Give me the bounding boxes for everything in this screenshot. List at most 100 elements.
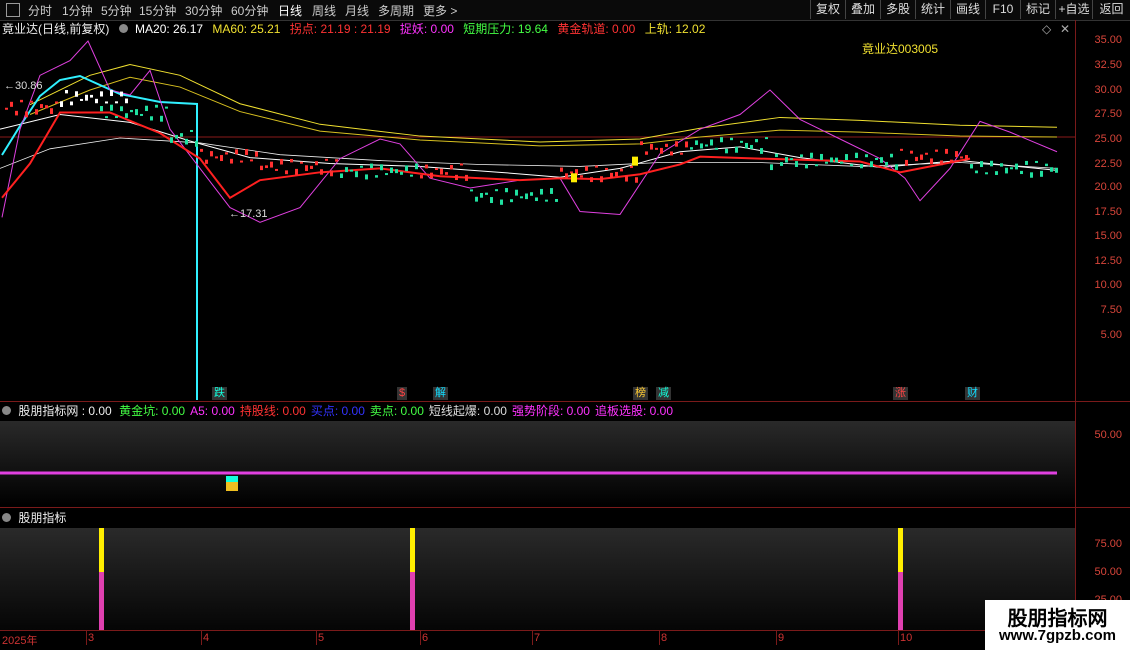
candle-159 (770, 164, 773, 171)
price-tick-12: 5.00 (1100, 329, 1122, 341)
signal-tag-6: 财 (965, 387, 980, 400)
candle-209 (1020, 170, 1023, 175)
candle-7 (40, 104, 43, 109)
candle-14 (75, 91, 78, 97)
draw-line-button[interactable]: 画线 (950, 0, 985, 19)
tab-daily[interactable]: 日线 (278, 2, 302, 19)
tab-multi-period[interactable]: 多周期 (378, 2, 414, 19)
diamond-icon[interactable]: ◇ (1042, 20, 1051, 38)
candle-123 (590, 177, 593, 183)
low-price-marker: ←17.31 (229, 208, 268, 220)
panel2-header: 股朋指标网 : 0.00 黄金坑: 0.00 A5: 0.00 持股线: 0.00 买… (2, 403, 678, 419)
stock-code-overlay: 竟业达003005 (862, 42, 939, 56)
candle-118 (565, 173, 568, 179)
candle-19 (100, 91, 103, 97)
ma-white-line (0, 113, 1058, 178)
time-tick-mark-3 (316, 631, 317, 645)
candle-163 (790, 158, 793, 161)
candle-73 (340, 173, 343, 178)
f10-button[interactable]: F10 (985, 0, 1020, 19)
candle-136 (655, 147, 658, 150)
candle-76 (355, 171, 358, 178)
candle-88 (415, 163, 418, 170)
candle-37 (160, 115, 163, 122)
candle-165 (800, 154, 803, 158)
candle-95 (450, 164, 453, 170)
panel3-settings-icon[interactable] (2, 513, 11, 522)
candle-162 (785, 156, 788, 163)
candle-36 (155, 104, 158, 108)
tab-monthly[interactable]: 月线 (345, 2, 369, 19)
collapse-icon[interactable] (6, 3, 20, 17)
panel2-chart[interactable] (0, 421, 1075, 505)
candle-96 (455, 174, 458, 181)
signal-tag-4: 减 (656, 387, 671, 400)
panel2-name: 股朋指标网 (18, 404, 79, 418)
candle-206 (1005, 167, 1008, 174)
candle-173 (840, 161, 843, 164)
candle-33 (140, 113, 143, 116)
signal-tag-1: $ (397, 387, 408, 400)
fuquan-button[interactable]: 复权 (810, 0, 845, 19)
candle-146 (705, 144, 708, 147)
panel-divider-2 (0, 507, 1130, 508)
tab-15min[interactable]: 15分钟 (139, 2, 176, 19)
candle-115 (550, 188, 553, 194)
candle-3 (20, 99, 23, 103)
price-tick-10: 10.00 (1094, 279, 1122, 291)
time-tick-7: 9 (778, 632, 785, 644)
tab-1min[interactable]: 1分钟 (62, 2, 93, 19)
candle-160 (775, 153, 778, 158)
tab-60min[interactable]: 60分钟 (231, 2, 268, 19)
candle-12 (65, 90, 68, 94)
yellow-signal-box-0 (571, 173, 577, 183)
tab-30min[interactable]: 30分钟 (185, 2, 222, 19)
candle-112 (535, 197, 538, 202)
candle-179 (870, 161, 873, 168)
panel3-chart[interactable] (0, 528, 1075, 630)
stats-button[interactable]: 统计 (915, 0, 950, 19)
back-button[interactable]: 返回 (1092, 0, 1130, 19)
tab-5min[interactable]: 5分钟 (101, 2, 132, 19)
tab-weekly[interactable]: 周线 (312, 2, 336, 19)
candle-58 (265, 165, 268, 169)
candle-151 (730, 137, 733, 141)
high-price-marker: ←30.86 (4, 80, 43, 92)
candle-203 (990, 160, 993, 167)
multi-stock-button[interactable]: 多股 (880, 0, 915, 19)
candle-132 (635, 177, 638, 183)
panel3-ytick-50: 50.00 (1094, 566, 1122, 578)
candle-10 (55, 101, 58, 104)
time-tick-8: 10 (900, 632, 913, 644)
candle-214 (1045, 163, 1048, 167)
panel2-item-5: 短线起爆: 0.00 (428, 404, 507, 418)
add-watchlist-button[interactable]: +自选 (1055, 0, 1092, 19)
candle-39 (170, 137, 173, 143)
candle-161 (780, 162, 783, 166)
tab-fenshi[interactable]: 分时 (28, 2, 52, 19)
ma-white-line-2 (0, 137, 1058, 169)
panel2-settings-icon[interactable] (2, 406, 11, 415)
candle-131 (630, 165, 633, 168)
mark-button[interactable]: 标记 (1020, 0, 1055, 19)
candle-38 (165, 106, 168, 109)
overlay-button[interactable]: 叠加 (845, 0, 880, 19)
price-tick-1: 32.50 (1094, 59, 1122, 71)
candle-153 (740, 140, 743, 143)
panel3-ytick-75: 75.00 (1094, 538, 1122, 550)
candle-79 (370, 163, 373, 169)
candle-133 (640, 141, 643, 146)
candle-99 (470, 189, 473, 192)
xaxis-divider (0, 630, 1130, 631)
candle-193 (940, 160, 943, 166)
main-chart[interactable] (0, 38, 1075, 400)
tab-more[interactable]: 更多 > (423, 2, 457, 19)
close-icon[interactable]: ✕ (1060, 20, 1070, 38)
settings-icon[interactable] (118, 24, 128, 33)
time-tick-mark-2 (201, 631, 202, 645)
time-tick-mark-6 (659, 631, 660, 645)
panel2-item-0: 黄金坑: 0.00 (119, 404, 186, 418)
panel2-item-4: 卖点: 0.00 (369, 404, 424, 418)
price-tick-3: 27.50 (1094, 108, 1122, 120)
candle-72 (335, 159, 338, 162)
